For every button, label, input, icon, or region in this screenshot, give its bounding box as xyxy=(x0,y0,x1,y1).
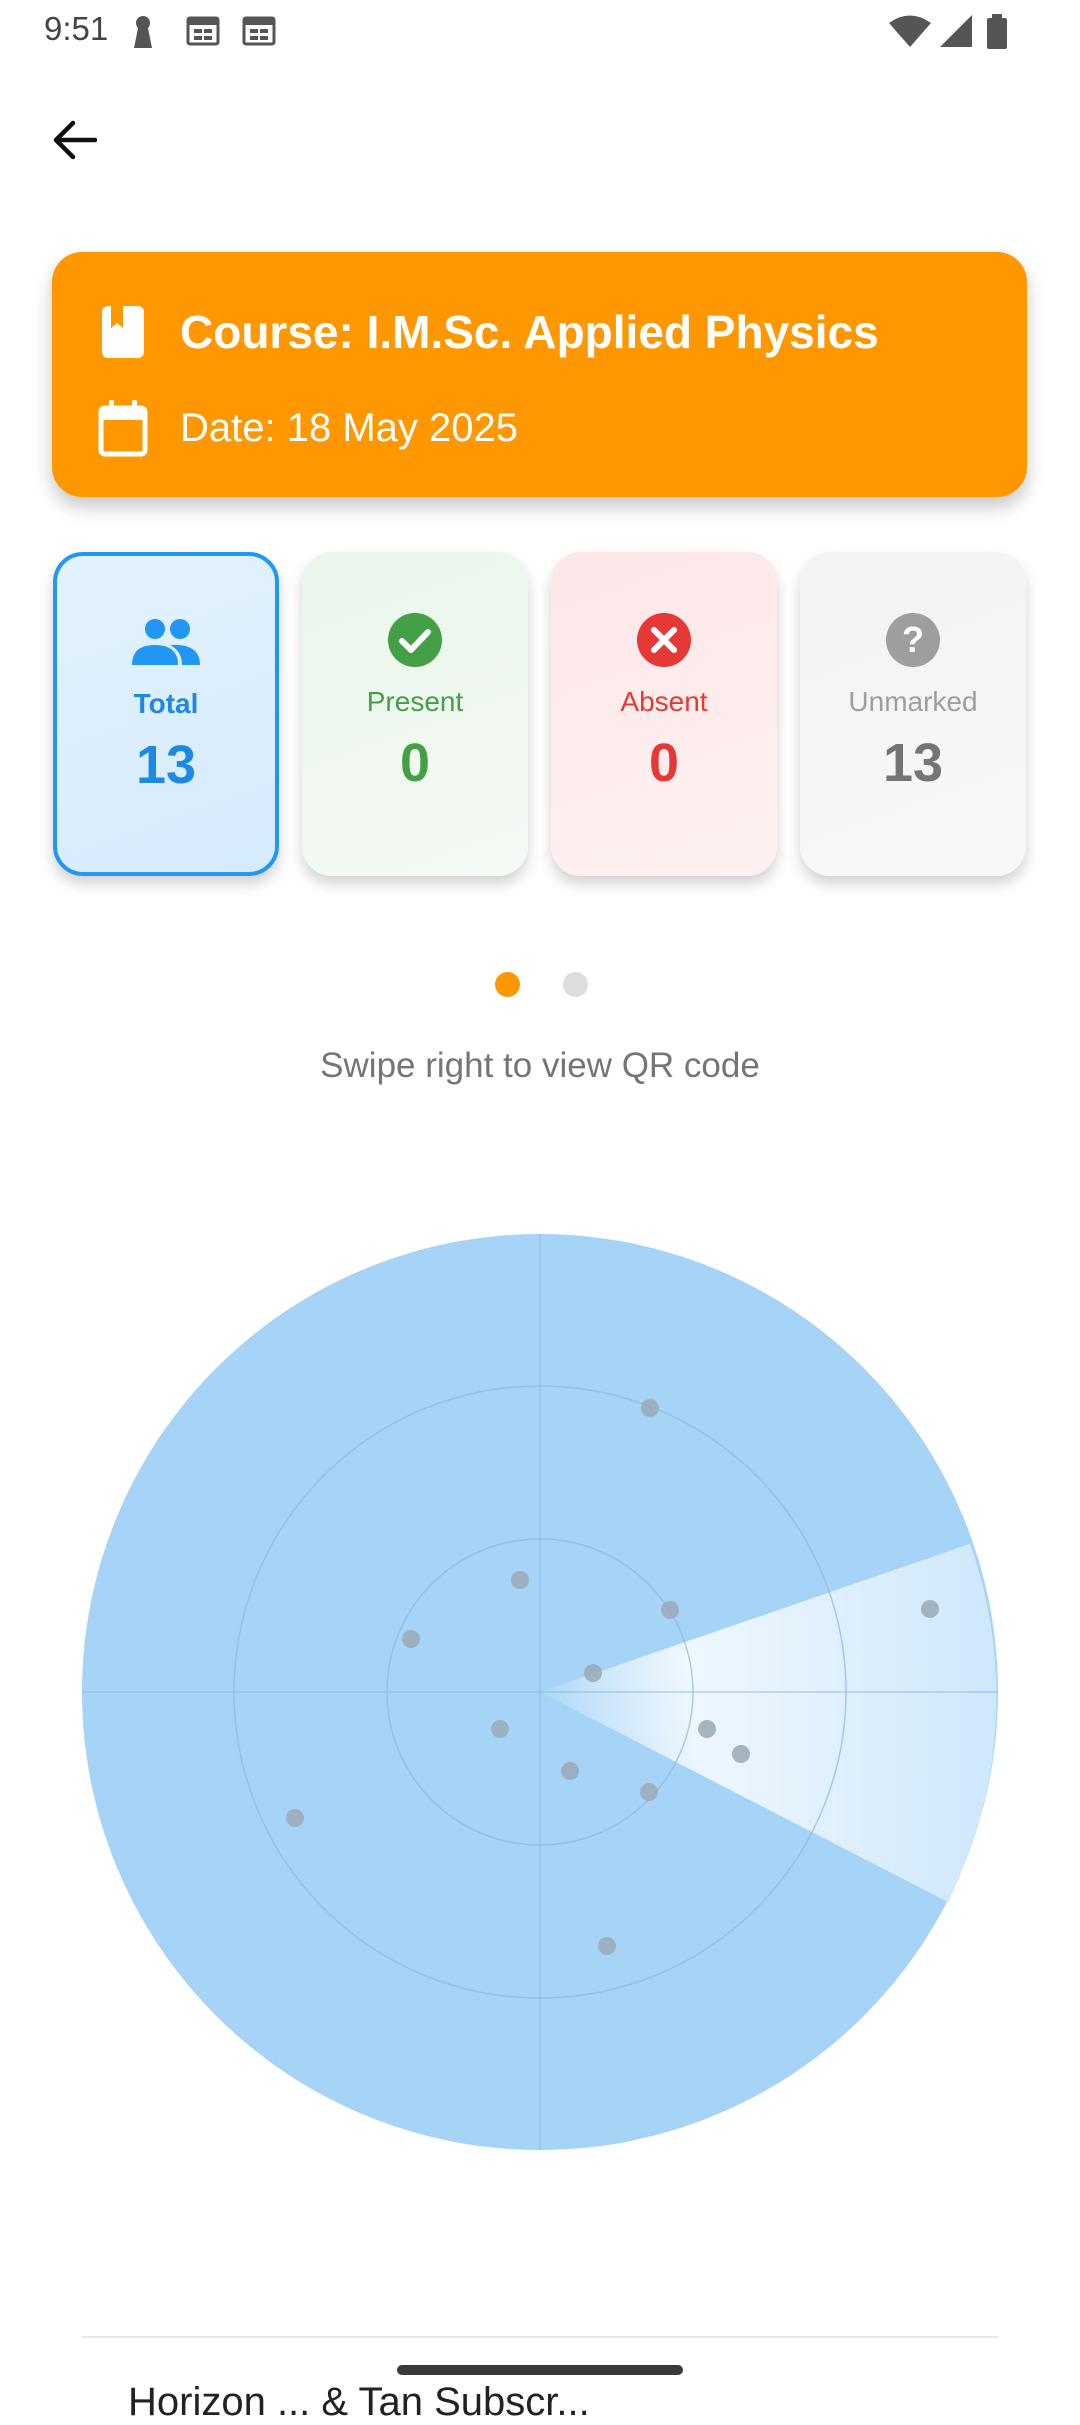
stat-label-unmarked: Unmarked xyxy=(848,686,978,717)
cellular-signal-icon xyxy=(940,15,972,47)
stat-value-total: 13 xyxy=(135,735,197,795)
wifi-icon xyxy=(889,15,931,47)
radar-dot xyxy=(641,1399,659,1417)
course-info-card: Course: I.M.Sc. Applied Physics Date: 18… xyxy=(52,252,1027,497)
home-indicator[interactable] xyxy=(397,2365,683,2375)
stat-value-absent: 0 xyxy=(648,733,680,793)
radar-dot xyxy=(561,1762,579,1780)
radar-dot xyxy=(598,1937,616,1955)
radar-dot xyxy=(491,1720,509,1738)
calendar-notification-icon xyxy=(186,16,220,46)
cancel-circle-icon xyxy=(637,613,691,667)
radar-dot xyxy=(661,1601,679,1619)
bottom-divider xyxy=(82,2336,998,2338)
calendar-notification-icon xyxy=(242,16,276,46)
keyhole-icon xyxy=(134,16,152,48)
bottom-partial-text: Horizon ... & Tan Subscr... xyxy=(128,2380,590,2424)
page-dot-inactive[interactable] xyxy=(563,972,588,997)
stat-label-present: Present xyxy=(366,686,464,717)
date-row: Date: 18 May 2025 xyxy=(96,398,518,458)
radar-dot xyxy=(698,1720,716,1738)
stat-card-present[interactable]: Present 0 xyxy=(302,552,528,876)
battery-icon xyxy=(987,14,1007,49)
stat-label-absent: Absent xyxy=(620,686,708,717)
radar-dot xyxy=(402,1630,420,1648)
help-circle-icon: ? xyxy=(886,613,940,667)
check-circle-icon xyxy=(388,613,442,667)
stat-card-unmarked[interactable]: ? Unmarked 13 xyxy=(800,552,1026,876)
course-row: Course: I.M.Sc. Applied Physics xyxy=(96,302,879,362)
radar-dot xyxy=(921,1600,939,1618)
radar-dot xyxy=(584,1664,602,1682)
page-dot-active[interactable] xyxy=(495,972,520,997)
course-date: Date: 18 May 2025 xyxy=(180,405,518,450)
stat-value-unmarked: 13 xyxy=(882,733,944,793)
course-title: Course: I.M.Sc. Applied Physics xyxy=(180,306,879,358)
back-button[interactable] xyxy=(34,100,114,180)
arrow-back-icon xyxy=(53,120,97,160)
radar-scanner xyxy=(82,1234,998,2150)
status-time: 9:51 xyxy=(44,10,109,47)
radar-dot xyxy=(640,1783,658,1801)
stat-card-total[interactable]: Total 13 xyxy=(53,552,279,876)
stat-label-total: Total xyxy=(133,688,199,719)
book-icon xyxy=(102,306,144,358)
swipe-hint: Swipe right to view QR code xyxy=(320,1046,760,1085)
status-bar: 9:51 xyxy=(0,0,1080,62)
calendar-icon xyxy=(98,400,148,457)
radar-dot xyxy=(732,1745,750,1763)
people-icon xyxy=(132,619,200,665)
radar-dot xyxy=(511,1571,529,1589)
radar-dot xyxy=(286,1809,304,1827)
stat-card-absent[interactable]: Absent 0 xyxy=(551,552,777,876)
stat-value-present: 0 xyxy=(399,733,431,793)
svg-text:?: ? xyxy=(902,619,924,660)
